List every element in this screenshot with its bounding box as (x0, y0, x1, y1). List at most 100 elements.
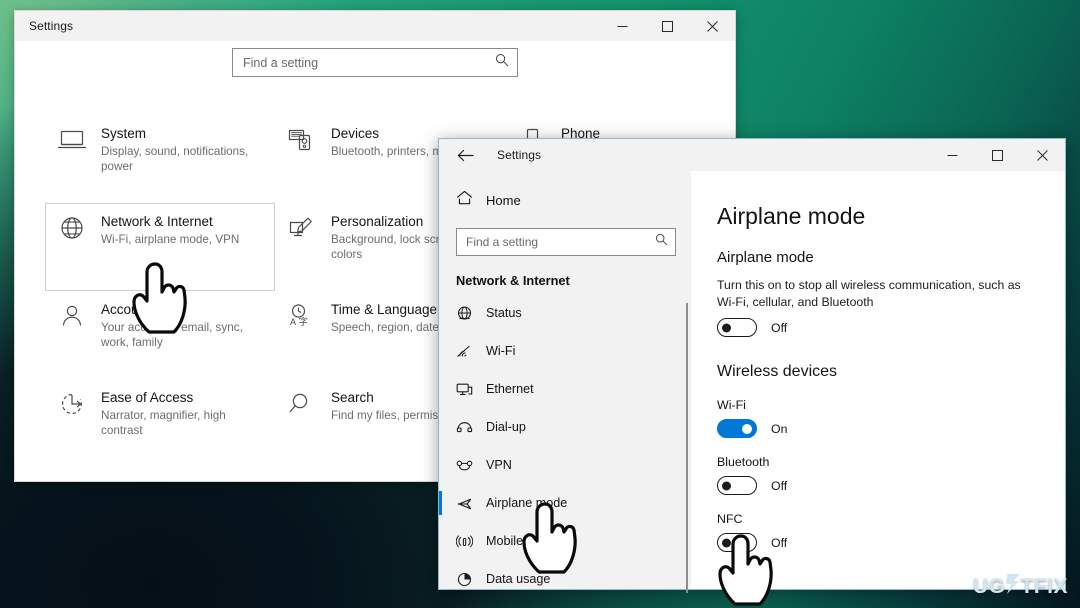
sidebar-item-ethernet[interactable]: Ethernet (439, 370, 691, 408)
sidebar-item-wifi[interactable]: Wi-Fi (439, 332, 691, 370)
sidebar-item-vpn[interactable]: VPN (439, 446, 691, 484)
nfc-toggle-state: Off (771, 535, 788, 550)
data-usage-icon (456, 571, 486, 588)
category-name: Time & Language (331, 302, 438, 317)
ethernet-icon (456, 381, 486, 398)
wireless-device-wifi: Wi-Fi On (717, 398, 1039, 438)
wifi-toggle[interactable] (717, 419, 757, 438)
front-window-body: Home Find a setting Network & Internet S… (439, 171, 1065, 593)
watermark-text-before: UG (973, 575, 1006, 598)
sidebar-item-dial-up[interactable]: Dial-up (439, 408, 691, 446)
search-input[interactable]: Find a setting (232, 48, 518, 77)
bluetooth-toggle[interactable] (717, 476, 757, 495)
laptop-icon (57, 125, 101, 158)
wifi-icon (456, 343, 486, 360)
minimize-icon[interactable] (930, 139, 975, 171)
back-window-titlebar[interactable]: Settings (15, 11, 735, 41)
category-desc: Display, sound, notifications, power (101, 145, 249, 173)
airplane-mode-toggle-row: Off (717, 318, 1039, 337)
settings-content-panel: Airplane mode Airplane mode Turn this on… (691, 171, 1065, 589)
sidebar-item-status[interactable]: Status (439, 294, 691, 332)
devices-icon (287, 125, 331, 158)
sidebar-nav-list: Status Wi-Fi Ethernet Dial-up VPN Airpla… (439, 294, 691, 598)
category-desc: Wi-Fi, airplane mode, VPN (101, 233, 240, 246)
group-title-wireless-devices: Wireless devices (717, 363, 838, 380)
ease-of-access-icon (57, 389, 101, 422)
person-icon (57, 301, 101, 334)
category-network-internet[interactable]: Network & Internet Wi-Fi, airplane mode,… (45, 203, 275, 291)
home-icon (456, 190, 486, 210)
category-desc: Narrator, magnifier, high contrast (101, 409, 226, 437)
globe-icon (57, 213, 101, 246)
back-arrow-icon[interactable] (445, 139, 485, 171)
category-name: Ease of Access (101, 390, 194, 405)
device-toggle-row: Off (717, 533, 1039, 552)
wifi-toggle-state: On (771, 421, 788, 436)
lightning-bolt-icon (1005, 574, 1022, 600)
airplane-mode-toggle-state: Off (771, 320, 788, 335)
watermark-text-after: TFIX (1020, 575, 1068, 598)
airplane-mode-description: Turn this on to stop all wireless commun… (717, 278, 1021, 309)
svg-text:A: A (290, 317, 296, 327)
back-window-title: Settings (29, 19, 74, 33)
category-desc: Speech, region, date (331, 321, 439, 334)
sidebar-item-data-usage[interactable]: Data usage (439, 560, 691, 598)
category-name: System (101, 126, 147, 141)
dialup-icon (456, 419, 486, 436)
sidebar-scrollbar[interactable] (686, 303, 688, 593)
category-name: Accounts (101, 302, 157, 317)
search-icon (655, 233, 668, 251)
category-name: Network & Internet (101, 214, 213, 229)
close-icon[interactable] (1020, 139, 1065, 171)
category-desc: Your accounts, email, sync, work, family (101, 321, 243, 349)
toggle-knob (722, 323, 731, 332)
sidebar-item-label: Data usage (486, 572, 551, 586)
magnifier-icon (287, 389, 331, 422)
device-label: NFC (717, 512, 743, 526)
paintbrush-icon (287, 213, 331, 246)
settings-sidebar: Home Find a setting Network & Internet S… (439, 171, 691, 593)
category-ease-of-access[interactable]: Ease of Access Narrator, magnifier, high… (45, 379, 275, 467)
close-icon[interactable] (690, 11, 735, 41)
sidebar-item-mobile-hotspot[interactable]: Mobile hotspot (439, 522, 691, 560)
clock-language-icon: A字 (287, 301, 331, 334)
bluetooth-toggle-state: Off (771, 478, 788, 493)
wireless-device-nfc: NFC Off (717, 512, 1039, 552)
device-toggle-row: Off (717, 476, 1039, 495)
page-title: Airplane mode (717, 203, 866, 229)
front-window-titlebar[interactable]: Settings (439, 139, 1065, 171)
device-label: Wi-Fi (717, 398, 746, 412)
sidebar-item-home[interactable]: Home (439, 183, 691, 217)
sidebar-search-input[interactable]: Find a setting (456, 228, 676, 256)
sidebar-item-airplane-mode[interactable]: Airplane mode (439, 484, 691, 522)
search-placeholder: Find a setting (243, 55, 319, 70)
front-window-title: Settings (497, 148, 542, 162)
vpn-icon (456, 457, 486, 474)
category-accounts[interactable]: Accounts Your accounts, email, sync, wor… (45, 291, 275, 379)
search-icon (495, 53, 509, 72)
sidebar-item-label: Mobile hotspot (486, 534, 568, 548)
toggle-knob (722, 538, 731, 547)
device-toggle-row: On (717, 419, 1039, 438)
section-title-airplane-mode: Airplane mode (717, 249, 814, 266)
sidebar-item-label: VPN (486, 458, 512, 472)
airplane-mode-toggle[interactable] (717, 318, 757, 337)
device-label: Bluetooth (717, 455, 770, 469)
nfc-toggle[interactable] (717, 533, 757, 552)
toggle-knob (742, 423, 752, 434)
hotspot-icon (456, 533, 486, 550)
back-window-controls (600, 11, 735, 41)
maximize-icon[interactable] (645, 11, 690, 41)
sidebar-home-label: Home (486, 192, 521, 208)
sidebar-item-label: Ethernet (486, 382, 534, 396)
maximize-icon[interactable] (975, 139, 1020, 171)
settings-window-airplane-mode[interactable]: Settings Home Find a setting Network & I… (438, 138, 1066, 593)
desktop-background: Settings Find a setting System Display, … (0, 0, 1080, 608)
minimize-icon[interactable] (600, 11, 645, 41)
sidebar-item-label: Wi-Fi (486, 344, 516, 358)
category-system[interactable]: System Display, sound, notifications, po… (45, 115, 275, 203)
watermark-logo: UG TFIX (973, 574, 1068, 600)
front-window-controls (930, 139, 1065, 171)
back-search-row: Find a setting (15, 41, 735, 77)
sidebar-item-label: Dial-up (486, 420, 526, 434)
